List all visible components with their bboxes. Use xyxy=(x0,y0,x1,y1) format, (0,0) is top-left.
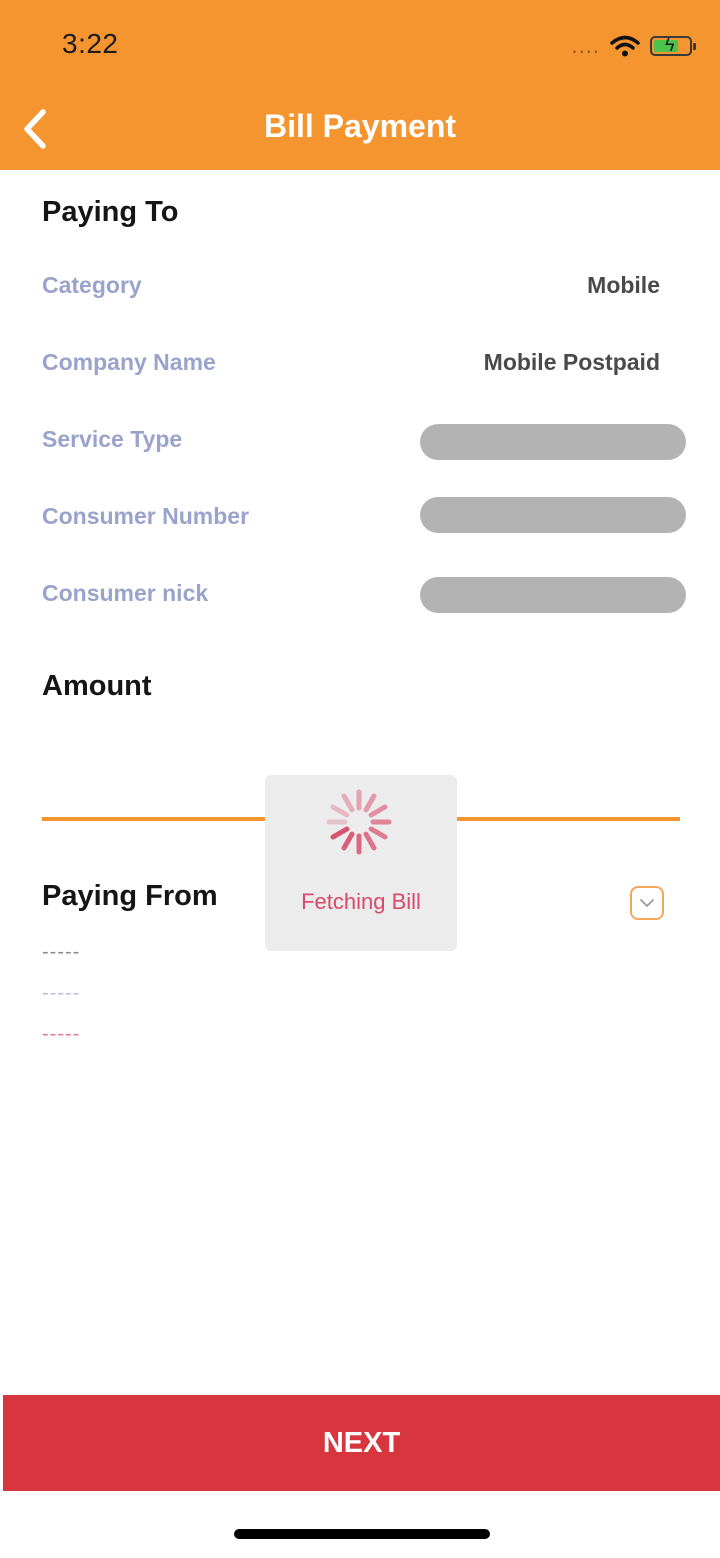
loading-text: Fetching Bill xyxy=(301,889,421,914)
spinner-spoke xyxy=(368,804,388,818)
spinner-spoke xyxy=(363,831,377,851)
consumer-number-skeleton xyxy=(420,497,686,533)
category-label: Category xyxy=(42,272,142,298)
spinner-spoke xyxy=(368,826,388,840)
service-type-label: Service Type xyxy=(42,426,183,452)
home-indicator xyxy=(234,1529,490,1539)
app-header: 3:22 .... ϟ Bill Payment xyxy=(0,0,720,170)
next-button[interactable]: NEXT xyxy=(3,1395,720,1491)
battery-icon: ϟ xyxy=(650,35,696,56)
loading-overlay: Fetching Bill xyxy=(265,775,457,951)
page-title: Bill Payment xyxy=(263,108,457,144)
chevron-down-icon xyxy=(640,899,654,907)
paying-to-title: Paying To xyxy=(42,196,179,228)
consumer-nick-skeleton xyxy=(420,577,686,613)
account-name-placeholder: ----- xyxy=(42,941,81,963)
wifi-icon xyxy=(610,35,640,57)
charging-icon: ϟ xyxy=(665,35,675,55)
signal-icon: .... xyxy=(571,33,600,58)
account-dropdown-button[interactable] xyxy=(630,886,664,920)
spinner-icon xyxy=(326,789,392,855)
company-name-label: Company Name xyxy=(42,349,216,375)
spinner-spoke xyxy=(341,793,355,813)
amount-title: Amount xyxy=(42,670,152,702)
account-number-placeholder: ----- xyxy=(42,982,81,1004)
category-value: Mobile xyxy=(587,272,660,298)
status-time: 3:22 xyxy=(62,28,119,59)
status-icons: .... ϟ xyxy=(571,30,696,62)
spinner-spoke xyxy=(330,804,350,818)
spinner-spoke xyxy=(363,793,377,813)
company-name-value: Mobile Postpaid xyxy=(483,349,660,375)
service-type-skeleton xyxy=(420,424,686,460)
paying-from-title: Paying From xyxy=(42,880,218,912)
consumer-number-label: Consumer Number xyxy=(42,503,250,529)
spinner-spoke xyxy=(341,831,355,851)
account-balance-placeholder: ----- xyxy=(42,1023,81,1045)
consumer-nick-label: Consumer nick xyxy=(42,580,209,606)
spinner-spoke xyxy=(330,826,350,840)
